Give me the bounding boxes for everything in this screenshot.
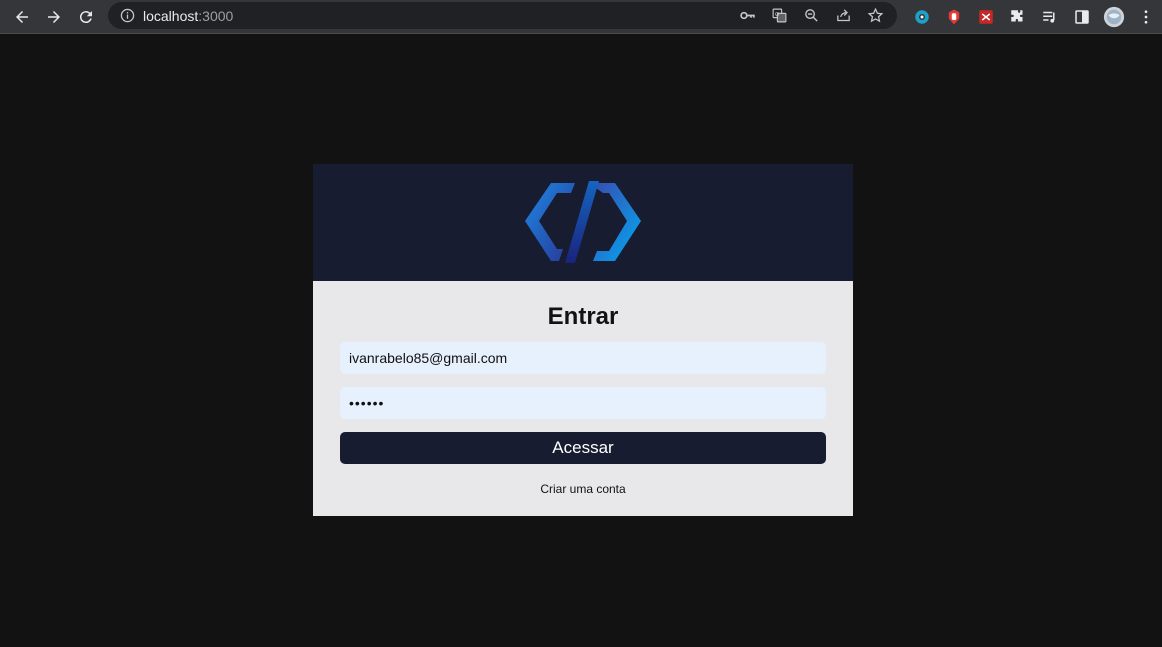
side-panel-icon[interactable] <box>1066 2 1098 32</box>
url-port: :3000 <box>198 7 234 24</box>
info-icon[interactable] <box>119 8 135 24</box>
arrow-right-icon <box>48 10 60 23</box>
page-title: Entrar <box>547 303 619 330</box>
reload-button[interactable] <box>70 2 102 32</box>
key-icon[interactable] <box>731 2 763 29</box>
address-bar[interactable]: localhost:3000 G <box>108 2 897 29</box>
create-account-link[interactable]: Criar uma conta <box>313 482 853 496</box>
reload-icon <box>79 10 92 23</box>
password-field[interactable] <box>340 387 826 419</box>
extension-red-hand-icon[interactable] <box>938 2 970 32</box>
browser-toolbar: localhost:3000 G <box>0 0 1162 34</box>
extension-blue-icon[interactable] <box>906 2 938 32</box>
url-host: localhost <box>143 7 199 24</box>
submit-button[interactable]: Acessar <box>340 432 826 464</box>
arrow-left-icon <box>16 10 28 23</box>
media-queue-icon[interactable] <box>1034 2 1066 32</box>
email-field[interactable] <box>340 342 826 374</box>
svg-text:G: G <box>774 12 778 18</box>
login-card: Entrar Acessar Criar uma conta <box>313 164 853 516</box>
code-logo <box>525 180 641 263</box>
puzzle-icon[interactable] <box>1002 2 1034 32</box>
star-icon[interactable] <box>859 2 891 29</box>
url-text: localhost:3000 <box>143 8 233 24</box>
extension-bug-icon[interactable] <box>970 2 1002 32</box>
back-button[interactable] <box>6 2 38 32</box>
kebab-menu-icon[interactable] <box>1130 2 1162 32</box>
share-icon[interactable] <box>827 2 859 29</box>
card-header <box>313 164 853 281</box>
translate-icon[interactable]: G <box>763 2 795 29</box>
zoom-out-icon[interactable] <box>795 2 827 29</box>
forward-button[interactable] <box>38 2 70 32</box>
profile-avatar[interactable] <box>1098 2 1130 32</box>
